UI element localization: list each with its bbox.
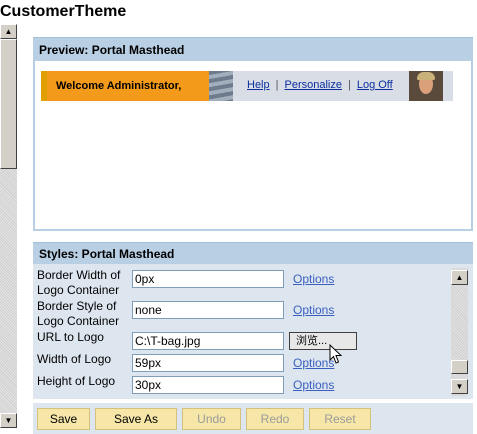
link-separator: |: [347, 79, 351, 91]
page-title: CustomerTheme: [0, 3, 127, 20]
border-style-input[interactable]: [132, 301, 284, 319]
logo-hair: [417, 72, 435, 80]
style-label: Border Width of Logo Container: [37, 268, 121, 297]
style-label: URL to Logo: [37, 330, 104, 344]
scrollbar-thumb[interactable]: [0, 39, 17, 169]
preview-area: Welcome Administrator, Help | Personaliz…: [33, 61, 473, 231]
help-link[interactable]: Help: [247, 79, 270, 91]
browse-button[interactable]: 浏览...: [289, 332, 357, 350]
action-bar: Save Save As Undo Redo Reset: [33, 403, 473, 434]
masthead-links: Help | Personalize | Log Off: [247, 79, 393, 91]
masthead-decoration: [209, 71, 233, 101]
style-label: Border Style of Logo Container: [37, 299, 120, 328]
welcome-text: Welcome Administrator,: [47, 71, 209, 101]
style-row: URL to Logo 浏览...: [33, 330, 453, 354]
styles-header: Styles: Portal Masthead: [33, 242, 473, 264]
scroll-down-icon[interactable]: ▼: [451, 379, 468, 394]
preview-header: Preview: Portal Masthead: [33, 37, 473, 61]
personalize-link[interactable]: Personalize: [284, 79, 341, 91]
logo-height-input[interactable]: [132, 376, 284, 394]
left-scrollbar[interactable]: ▲ ▼: [0, 24, 17, 428]
redo-button[interactable]: Redo: [246, 408, 304, 430]
style-label: Height of Logo: [37, 374, 116, 388]
style-label: Width of Logo: [37, 352, 112, 366]
style-row: Height of Logo Options: [33, 374, 453, 398]
logo-photo: [409, 71, 443, 101]
styles-scrollbar[interactable]: ▲ ▼: [451, 268, 468, 396]
styles-area: Border Width of Logo Container Options B…: [33, 264, 473, 399]
undo-button[interactable]: Undo: [182, 408, 241, 430]
logo-width-input[interactable]: [132, 354, 284, 372]
options-link[interactable]: Options: [293, 272, 334, 286]
mouse-pointer-icon: [329, 344, 343, 364]
options-link[interactable]: Options: [293, 378, 334, 392]
reset-button[interactable]: Reset: [309, 408, 371, 430]
style-row: Border Width of Logo Container Options: [33, 268, 453, 297]
options-link[interactable]: Options: [293, 303, 334, 317]
scroll-up-icon[interactable]: ▲: [0, 24, 17, 39]
logo-url-input[interactable]: [132, 332, 284, 350]
save-button[interactable]: Save: [37, 408, 90, 430]
style-row: Border Style of Logo Container Options: [33, 299, 453, 328]
border-width-input[interactable]: [132, 270, 284, 288]
scrollbar-thumb[interactable]: [451, 360, 468, 374]
log-off-link[interactable]: Log Off: [357, 79, 393, 91]
scroll-up-icon[interactable]: ▲: [451, 270, 468, 285]
style-row: Width of Logo Options: [33, 352, 453, 376]
link-separator: |: [275, 79, 279, 91]
save-as-button[interactable]: Save As: [95, 408, 177, 430]
portal-masthead: Welcome Administrator, Help | Personaliz…: [41, 71, 453, 101]
scroll-down-icon[interactable]: ▼: [0, 413, 17, 428]
